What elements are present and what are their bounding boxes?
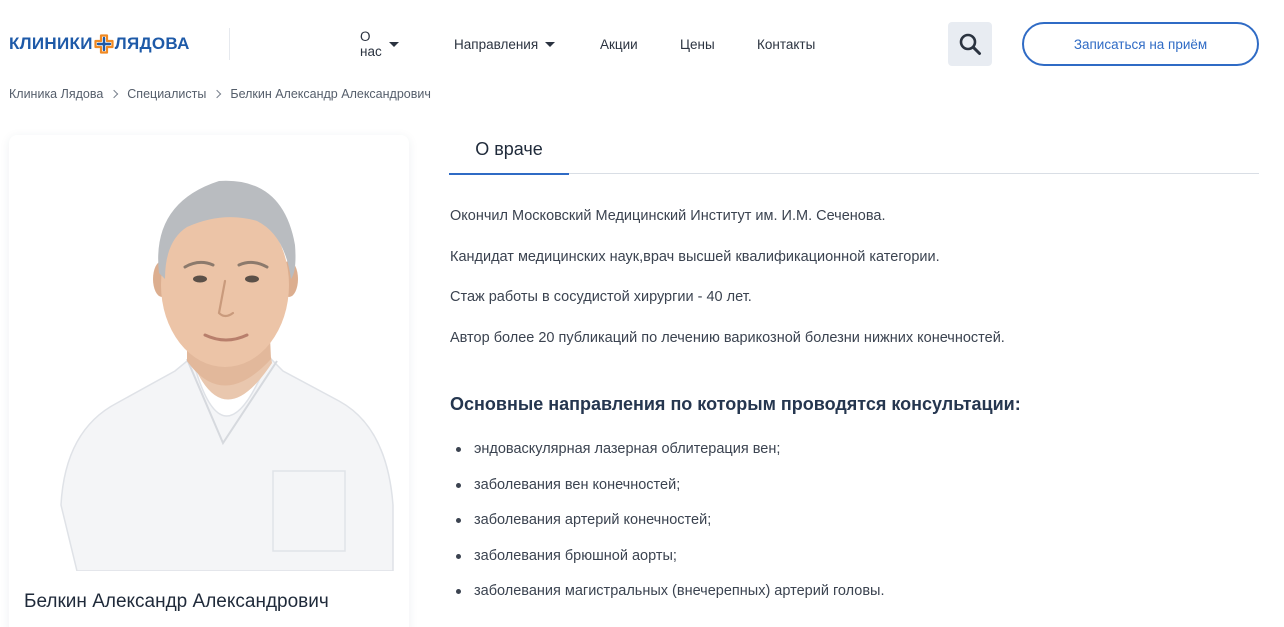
bullet-icon — [456, 518, 461, 523]
list-item-text: заболевания артерий конечностей; — [474, 512, 712, 528]
logo-word-right: ЛЯДОВА — [114, 34, 190, 53]
search-icon — [959, 33, 981, 55]
list-item: заболевания вен конечностей; — [456, 476, 885, 494]
nav-item-about[interactable]: О нас — [360, 29, 399, 59]
breadcrumb-item-current: Белкин Александр Александрович — [230, 87, 431, 101]
nav-item-directions[interactable]: Направления — [454, 36, 556, 52]
site-header: КЛИНИКИ ЛЯДОВА О нас Направления Акции Ц… — [0, 0, 1284, 88]
about-paragraph: Кандидат медицинских наук,врач высшей кв… — [450, 248, 940, 265]
chevron-down-icon — [388, 42, 399, 47]
clinic-logo[interactable]: КЛИНИКИ ЛЯДОВА — [9, 33, 190, 55]
bullet-icon — [456, 482, 461, 488]
bullet-icon — [456, 447, 461, 452]
nav-item-label: Направления — [454, 36, 539, 52]
breadcrumb-item-specialists[interactable]: Специалисты — [127, 87, 206, 101]
list-item-text: заболевания брюшной аорты; — [474, 547, 677, 564]
chevron-down-icon — [545, 42, 556, 47]
list-item-text: эндоваскулярная лазерная облитерация вен… — [474, 441, 781, 457]
about-paragraph: Стаж работы в сосудистой хирургии - 40 л… — [450, 289, 752, 305]
nav-item-label: Акции — [600, 36, 638, 52]
nav-item-label: О нас — [360, 29, 382, 59]
list-item: заболевания магистральных (внечерепных) … — [456, 582, 885, 600]
breadcrumb: Клиника Лядова Специалисты Белкин Алекса… — [9, 87, 431, 101]
logo-cross-icon — [94, 34, 114, 54]
search-button[interactable] — [948, 22, 992, 66]
directions-heading: Основные направления по которым проводят… — [450, 394, 1021, 414]
list-item-text: заболевания вен конечностей; — [474, 476, 681, 493]
nav-item-label: Цены — [680, 36, 715, 52]
nav-item-prices[interactable]: Цены — [680, 37, 715, 52]
nav-item-label: Контакты — [757, 36, 816, 52]
nav-item-contacts[interactable]: Контакты — [757, 37, 815, 52]
chevron-right-icon — [110, 89, 119, 99]
chevron-right-icon — [213, 89, 222, 99]
about-paragraph: Окончил Московский Медицинский Институт … — [450, 208, 886, 224]
doctor-photo — [60, 180, 394, 571]
tab-bar: О враче — [449, 126, 1259, 175]
book-appointment-button[interactable]: Записаться на приём — [1022, 22, 1259, 66]
tab-about-doctor[interactable]: О враче — [449, 126, 569, 175]
list-item-text: заболевания магистральных (внечерепных) … — [474, 583, 885, 599]
about-doctor-text: Окончил Московский Медицинский Институт … — [450, 207, 1250, 369]
directions-list: эндоваскулярная лазерная облитерация вен… — [456, 440, 885, 618]
doctor-card: Белкин Александр Александрович — [9, 135, 409, 627]
list-item: эндоваскулярная лазерная облитерация вен… — [456, 440, 885, 458]
list-item: заболевания артерий конечностей; — [456, 511, 885, 529]
header-divider — [229, 28, 230, 60]
list-item: заболевания брюшной аорты; — [456, 547, 885, 565]
nav-item-promotions[interactable]: Акции — [600, 37, 638, 52]
about-paragraph: Автор более 20 публикаций по лечению вар… — [450, 329, 1005, 346]
doctor-name: Белкин Александр Александрович — [24, 591, 329, 612]
logo-word-left: КЛИНИКИ — [9, 34, 93, 53]
bullet-icon — [456, 553, 461, 559]
bullet-icon — [456, 589, 461, 594]
breadcrumb-item-home[interactable]: Клиника Лядова — [9, 87, 103, 101]
